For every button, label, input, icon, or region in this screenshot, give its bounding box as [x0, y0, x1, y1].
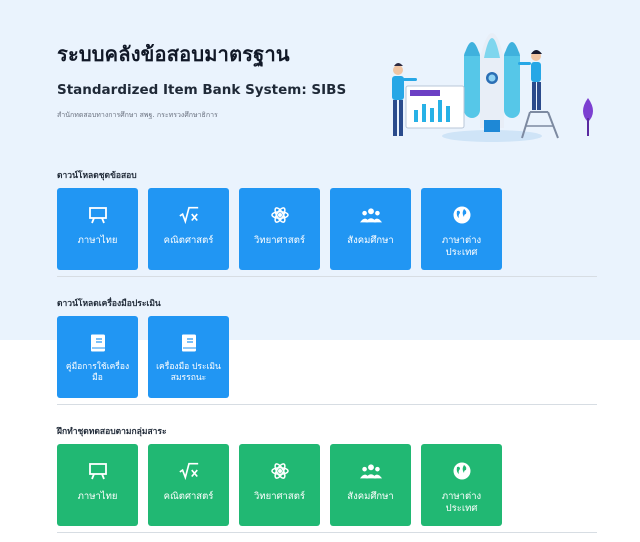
tile-label: สังคมศึกษา	[347, 491, 394, 502]
chalkboard-icon	[87, 460, 109, 482]
page-title: ระบบคลังข้อสอบมาตรฐาน	[57, 42, 290, 66]
section-divider	[57, 276, 597, 277]
tile-label: คู่มือการใช้เครื่อง มือ	[65, 362, 130, 383]
tile-label: สังคมศึกษา	[347, 235, 394, 246]
tile-label: ภาษาไทย	[77, 491, 118, 502]
tile-label: ภาษาต่าง ประเทศ	[441, 235, 482, 258]
tile-exam-thai[interactable]: ภาษาไทย	[57, 188, 138, 270]
tile-exam-science[interactable]: วิทยาศาสตร์	[239, 188, 320, 270]
section-label-download-tools: ดาวน์โหลดเครื่องมือประเมิน	[57, 299, 161, 309]
tile-practice-science[interactable]: วิทยาศาสตร์	[239, 444, 320, 526]
tile-label: วิทยาศาสตร์	[254, 235, 305, 246]
page-subtitle: Standardized Item Bank System: SIBS	[57, 82, 347, 98]
atom-icon	[269, 204, 291, 226]
download-exams-row: ภาษาไทย คณิตศาสตร์ วิทยาศาสตร์ สังคมศึกษ…	[57, 188, 502, 270]
tile-practice-social[interactable]: สังคมศึกษา	[330, 444, 411, 526]
people-icon	[359, 460, 382, 482]
tile-label: คณิตศาสตร์	[163, 235, 214, 246]
section-divider	[57, 532, 597, 533]
tile-practice-foreign-language[interactable]: ภาษาต่าง ประเทศ	[421, 444, 502, 526]
section-label-practice: ฝึกทำชุดทดสอบตามกลุ่มสาระ	[57, 427, 167, 437]
tile-practice-thai[interactable]: ภาษาไทย	[57, 444, 138, 526]
math-icon	[178, 204, 200, 226]
book-icon	[87, 332, 109, 354]
section-label-download-exams: ดาวน์โหลดชุดข้อสอบ	[57, 171, 137, 181]
hero-illustration	[392, 33, 593, 142]
math-icon	[178, 460, 200, 482]
tile-practice-math[interactable]: คณิตศาสตร์	[148, 444, 229, 526]
tile-label: คณิตศาสตร์	[163, 491, 214, 502]
globe-icon	[451, 204, 473, 226]
tile-exam-math[interactable]: คณิตศาสตร์	[148, 188, 229, 270]
tile-exam-foreign-language[interactable]: ภาษาต่าง ประเทศ	[421, 188, 502, 270]
book-icon	[178, 332, 200, 354]
atom-icon	[269, 460, 291, 482]
download-tools-row: คู่มือการใช้เครื่อง มือ เครื่องมือ ประเม…	[57, 316, 229, 398]
tile-label: วิทยาศาสตร์	[254, 491, 305, 502]
people-icon	[359, 204, 382, 226]
globe-icon	[451, 460, 473, 482]
tile-label: เครื่องมือ ประเมิน สมรรถนะ	[156, 362, 221, 383]
organization-name: สำนักทดสอบทางการศึกษา สพฐ. กระทรวงศึกษาธ…	[57, 111, 218, 119]
tile-exam-social[interactable]: สังคมศึกษา	[330, 188, 411, 270]
chalkboard-icon	[87, 204, 109, 226]
tile-label: ภาษาไทย	[77, 235, 118, 246]
section-divider	[57, 404, 597, 405]
tile-tool-competency-assessment[interactable]: เครื่องมือ ประเมิน สมรรถนะ	[148, 316, 229, 398]
practice-row: ภาษาไทย คณิตศาสตร์ วิทยาศาสตร์ สังคมศึกษ…	[57, 444, 502, 526]
tile-tool-manual[interactable]: คู่มือการใช้เครื่อง มือ	[57, 316, 138, 398]
tile-label: ภาษาต่าง ประเทศ	[441, 491, 482, 514]
hero-header: ระบบคลังข้อสอบมาตรฐาน Standardized Item …	[57, 38, 346, 121]
